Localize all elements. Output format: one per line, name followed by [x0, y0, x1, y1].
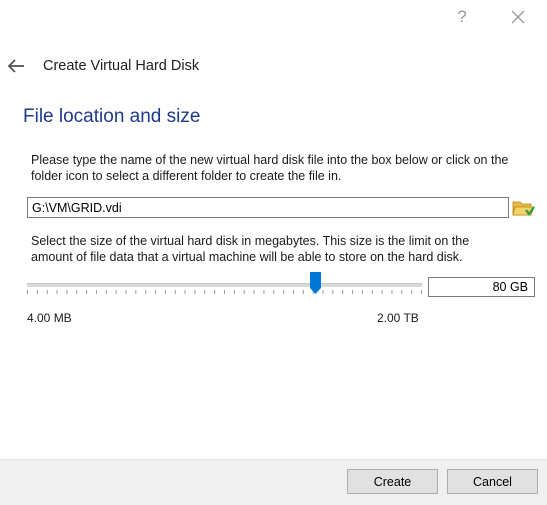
back-arrow-icon — [7, 59, 24, 73]
slider-max-label: 2.00 TB — [377, 311, 419, 325]
page-heading: File location and size — [23, 106, 201, 127]
cancel-button[interactable]: Cancel — [447, 469, 538, 494]
slider-ticks — [27, 290, 422, 294]
create-button[interactable]: Create — [347, 469, 438, 494]
location-description: Please type the name of the new virtual … — [31, 153, 509, 183]
close-icon — [511, 10, 525, 24]
wizard-title: Create Virtual Hard Disk — [43, 58, 200, 74]
choose-folder-button[interactable] — [511, 197, 535, 219]
file-location-input[interactable] — [27, 197, 509, 218]
folder-open-icon — [512, 201, 535, 216]
help-button[interactable]: ? — [447, 4, 477, 30]
size-description: Select the size of the virtual hard disk… — [31, 234, 470, 264]
slider-thumb[interactable] — [310, 272, 322, 294]
size-input[interactable] — [428, 277, 535, 297]
size-slider[interactable] — [27, 272, 422, 302]
slider-min-label: 4.00 MB — [27, 311, 72, 325]
back-button[interactable] — [6, 56, 28, 76]
close-button[interactable] — [503, 4, 533, 30]
slider-track — [27, 283, 422, 287]
